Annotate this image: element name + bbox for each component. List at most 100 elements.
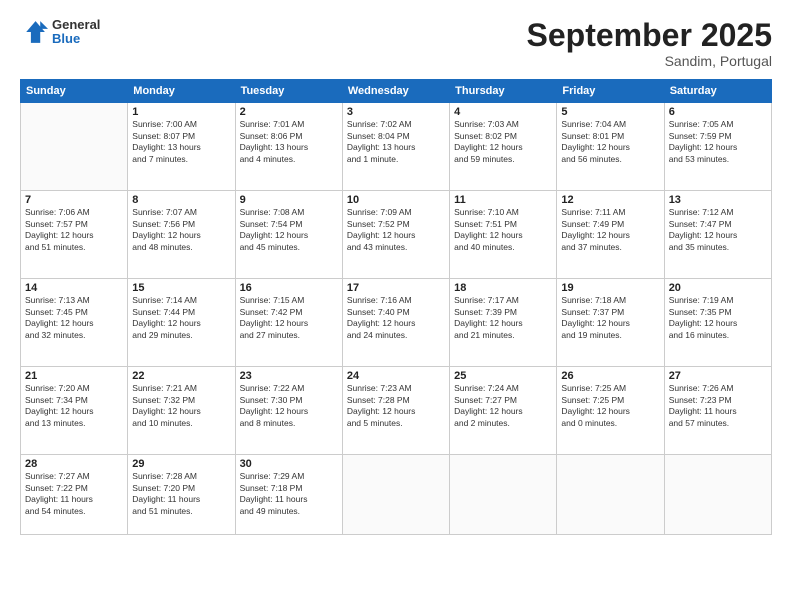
day-info: Sunrise: 7:11 AM Sunset: 7:49 PM Dayligh…	[561, 207, 659, 253]
day-number: 6	[669, 106, 767, 118]
day-info: Sunrise: 7:12 AM Sunset: 7:47 PM Dayligh…	[669, 207, 767, 253]
day-info: Sunrise: 7:14 AM Sunset: 7:44 PM Dayligh…	[132, 295, 230, 341]
day-info: Sunrise: 7:03 AM Sunset: 8:02 PM Dayligh…	[454, 119, 552, 165]
day-info: Sunrise: 7:28 AM Sunset: 7:20 PM Dayligh…	[132, 471, 230, 517]
calendar-cell: 7Sunrise: 7:06 AM Sunset: 7:57 PM Daylig…	[21, 191, 128, 279]
logo-icon	[20, 18, 48, 46]
day-info: Sunrise: 7:01 AM Sunset: 8:06 PM Dayligh…	[240, 119, 338, 165]
day-info: Sunrise: 7:08 AM Sunset: 7:54 PM Dayligh…	[240, 207, 338, 253]
calendar-cell	[21, 103, 128, 191]
day-info: Sunrise: 7:23 AM Sunset: 7:28 PM Dayligh…	[347, 383, 445, 429]
day-number: 29	[132, 458, 230, 470]
day-number: 9	[240, 194, 338, 206]
day-number: 30	[240, 458, 338, 470]
calendar-cell	[557, 455, 664, 535]
day-info: Sunrise: 7:21 AM Sunset: 7:32 PM Dayligh…	[132, 383, 230, 429]
cell-inner: 25Sunrise: 7:24 AM Sunset: 7:27 PM Dayli…	[454, 370, 552, 429]
cell-inner: 6Sunrise: 7:05 AM Sunset: 7:59 PM Daylig…	[669, 106, 767, 165]
week-row-2: 7Sunrise: 7:06 AM Sunset: 7:57 PM Daylig…	[21, 191, 772, 279]
cell-inner: 12Sunrise: 7:11 AM Sunset: 7:49 PM Dayli…	[561, 194, 659, 253]
calendar-cell: 23Sunrise: 7:22 AM Sunset: 7:30 PM Dayli…	[235, 367, 342, 455]
day-info: Sunrise: 7:00 AM Sunset: 8:07 PM Dayligh…	[132, 119, 230, 165]
day-number: 14	[25, 282, 123, 294]
cell-inner: 29Sunrise: 7:28 AM Sunset: 7:20 PM Dayli…	[132, 458, 230, 517]
cell-inner: 14Sunrise: 7:13 AM Sunset: 7:45 PM Dayli…	[25, 282, 123, 341]
subtitle: Sandim, Portugal	[527, 53, 772, 69]
header: General Blue September 2025 Sandim, Port…	[20, 18, 772, 69]
calendar-cell: 29Sunrise: 7:28 AM Sunset: 7:20 PM Dayli…	[128, 455, 235, 535]
calendar-cell: 4Sunrise: 7:03 AM Sunset: 8:02 PM Daylig…	[450, 103, 557, 191]
calendar-cell: 25Sunrise: 7:24 AM Sunset: 7:27 PM Dayli…	[450, 367, 557, 455]
calendar-cell: 18Sunrise: 7:17 AM Sunset: 7:39 PM Dayli…	[450, 279, 557, 367]
col-header-tuesday: Tuesday	[235, 80, 342, 103]
calendar-cell: 11Sunrise: 7:10 AM Sunset: 7:51 PM Dayli…	[450, 191, 557, 279]
day-info: Sunrise: 7:13 AM Sunset: 7:45 PM Dayligh…	[25, 295, 123, 341]
calendar-cell: 12Sunrise: 7:11 AM Sunset: 7:49 PM Dayli…	[557, 191, 664, 279]
calendar-cell: 10Sunrise: 7:09 AM Sunset: 7:52 PM Dayli…	[342, 191, 449, 279]
day-number: 13	[669, 194, 767, 206]
calendar-cell: 17Sunrise: 7:16 AM Sunset: 7:40 PM Dayli…	[342, 279, 449, 367]
calendar-cell: 22Sunrise: 7:21 AM Sunset: 7:32 PM Dayli…	[128, 367, 235, 455]
cell-inner: 28Sunrise: 7:27 AM Sunset: 7:22 PM Dayli…	[25, 458, 123, 517]
cell-inner: 22Sunrise: 7:21 AM Sunset: 7:32 PM Dayli…	[132, 370, 230, 429]
cell-inner: 9Sunrise: 7:08 AM Sunset: 7:54 PM Daylig…	[240, 194, 338, 253]
calendar-cell: 15Sunrise: 7:14 AM Sunset: 7:44 PM Dayli…	[128, 279, 235, 367]
calendar-cell: 21Sunrise: 7:20 AM Sunset: 7:34 PM Dayli…	[21, 367, 128, 455]
day-info: Sunrise: 7:18 AM Sunset: 7:37 PM Dayligh…	[561, 295, 659, 341]
logo-text: General Blue	[52, 18, 100, 47]
day-info: Sunrise: 7:06 AM Sunset: 7:57 PM Dayligh…	[25, 207, 123, 253]
day-number: 22	[132, 370, 230, 382]
day-number: 21	[25, 370, 123, 382]
cell-inner: 30Sunrise: 7:29 AM Sunset: 7:18 PM Dayli…	[240, 458, 338, 517]
day-info: Sunrise: 7:19 AM Sunset: 7:35 PM Dayligh…	[669, 295, 767, 341]
calendar-cell: 20Sunrise: 7:19 AM Sunset: 7:35 PM Dayli…	[664, 279, 771, 367]
cell-inner: 13Sunrise: 7:12 AM Sunset: 7:47 PM Dayli…	[669, 194, 767, 253]
calendar-header-row: SundayMondayTuesdayWednesdayThursdayFrid…	[21, 80, 772, 103]
cell-inner: 1Sunrise: 7:00 AM Sunset: 8:07 PM Daylig…	[132, 106, 230, 165]
cell-inner: 3Sunrise: 7:02 AM Sunset: 8:04 PM Daylig…	[347, 106, 445, 165]
day-number: 24	[347, 370, 445, 382]
cell-inner: 4Sunrise: 7:03 AM Sunset: 8:02 PM Daylig…	[454, 106, 552, 165]
day-info: Sunrise: 7:10 AM Sunset: 7:51 PM Dayligh…	[454, 207, 552, 253]
day-info: Sunrise: 7:27 AM Sunset: 7:22 PM Dayligh…	[25, 471, 123, 517]
col-header-sunday: Sunday	[21, 80, 128, 103]
day-info: Sunrise: 7:05 AM Sunset: 7:59 PM Dayligh…	[669, 119, 767, 165]
week-row-3: 14Sunrise: 7:13 AM Sunset: 7:45 PM Dayli…	[21, 279, 772, 367]
cell-inner: 8Sunrise: 7:07 AM Sunset: 7:56 PM Daylig…	[132, 194, 230, 253]
cell-inner: 5Sunrise: 7:04 AM Sunset: 8:01 PM Daylig…	[561, 106, 659, 165]
calendar-cell: 5Sunrise: 7:04 AM Sunset: 8:01 PM Daylig…	[557, 103, 664, 191]
cell-inner: 10Sunrise: 7:09 AM Sunset: 7:52 PM Dayli…	[347, 194, 445, 253]
logo: General Blue	[20, 18, 100, 47]
day-number: 8	[132, 194, 230, 206]
day-number: 25	[454, 370, 552, 382]
day-number: 10	[347, 194, 445, 206]
col-header-friday: Friday	[557, 80, 664, 103]
col-header-saturday: Saturday	[664, 80, 771, 103]
cell-inner: 23Sunrise: 7:22 AM Sunset: 7:30 PM Dayli…	[240, 370, 338, 429]
day-number: 23	[240, 370, 338, 382]
logo-line1: General	[52, 18, 100, 32]
day-number: 20	[669, 282, 767, 294]
calendar-cell: 13Sunrise: 7:12 AM Sunset: 7:47 PM Dayli…	[664, 191, 771, 279]
page: General Blue September 2025 Sandim, Port…	[0, 0, 792, 612]
cell-inner: 15Sunrise: 7:14 AM Sunset: 7:44 PM Dayli…	[132, 282, 230, 341]
week-row-5: 28Sunrise: 7:27 AM Sunset: 7:22 PM Dayli…	[21, 455, 772, 535]
col-header-monday: Monday	[128, 80, 235, 103]
cell-inner: 20Sunrise: 7:19 AM Sunset: 7:35 PM Dayli…	[669, 282, 767, 341]
day-info: Sunrise: 7:22 AM Sunset: 7:30 PM Dayligh…	[240, 383, 338, 429]
day-number: 4	[454, 106, 552, 118]
calendar-cell: 30Sunrise: 7:29 AM Sunset: 7:18 PM Dayli…	[235, 455, 342, 535]
day-info: Sunrise: 7:25 AM Sunset: 7:25 PM Dayligh…	[561, 383, 659, 429]
col-header-thursday: Thursday	[450, 80, 557, 103]
day-number: 15	[132, 282, 230, 294]
day-number: 19	[561, 282, 659, 294]
calendar-cell: 9Sunrise: 7:08 AM Sunset: 7:54 PM Daylig…	[235, 191, 342, 279]
calendar-cell: 28Sunrise: 7:27 AM Sunset: 7:22 PM Dayli…	[21, 455, 128, 535]
day-number: 16	[240, 282, 338, 294]
day-info: Sunrise: 7:07 AM Sunset: 7:56 PM Dayligh…	[132, 207, 230, 253]
calendar-cell: 3Sunrise: 7:02 AM Sunset: 8:04 PM Daylig…	[342, 103, 449, 191]
day-info: Sunrise: 7:20 AM Sunset: 7:34 PM Dayligh…	[25, 383, 123, 429]
calendar-table: SundayMondayTuesdayWednesdayThursdayFrid…	[20, 79, 772, 535]
calendar-cell: 19Sunrise: 7:18 AM Sunset: 7:37 PM Dayli…	[557, 279, 664, 367]
calendar-cell: 24Sunrise: 7:23 AM Sunset: 7:28 PM Dayli…	[342, 367, 449, 455]
